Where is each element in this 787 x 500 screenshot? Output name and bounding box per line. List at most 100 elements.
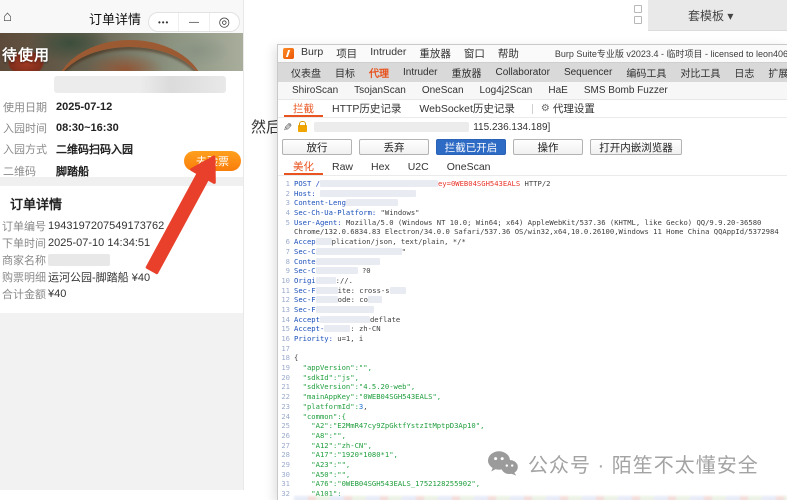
phone-navbar: ⌂ 订单详情 ••• — ◎ (0, 0, 243, 33)
request-line: 13 Sec-F (278, 305, 787, 315)
code-segment: Sec-Ch-Ua-Platform: (294, 208, 381, 218)
line-text: Origi://. (294, 276, 353, 286)
gear-icon: ⚙ (540, 103, 550, 114)
proxy-subtab[interactable]: 拦截 (284, 100, 323, 117)
code-segment: deflate (369, 314, 401, 324)
edit-pencil-icon[interactable]: ✎ (283, 121, 292, 134)
article-text-fragment: 然后 (251, 119, 277, 136)
line-number: 16 (281, 334, 290, 343)
menu-item-burp[interactable]: Burp (301, 46, 323, 61)
capsule-target-icon[interactable]: ◎ (208, 13, 239, 31)
line-text: Sec-F ode: co (294, 295, 382, 305)
code-segment: Priority: (294, 334, 338, 343)
order-row-value: 2025-07-10 14:34:51 (48, 236, 151, 249)
request-line: 22 "mainAppKey":"0WEB04SGH543EALS", (278, 392, 787, 402)
editor-tab[interactable]: 美化 (284, 158, 323, 175)
capsule-min-icon[interactable]: — (178, 13, 208, 31)
intercept-button[interactable]: 放行 (282, 139, 352, 155)
code-segment: Accept- (294, 324, 325, 334)
main-tab[interactable]: 扩展 (761, 65, 787, 80)
status-banner: 待使用 (2, 47, 51, 64)
proxy-subtab[interactable]: HTTP历史记录 (323, 100, 410, 117)
home-icon[interactable]: ⌂ (3, 8, 12, 25)
line-number: 9 (285, 266, 290, 276)
ticket-info-label: 入园时间 (3, 123, 47, 136)
ticket-info-value: 08:30~16:30 (56, 122, 119, 135)
menu-item-intruder[interactable]: Intruder (370, 46, 406, 61)
intercept-button[interactable]: 丢弃 (359, 139, 429, 155)
main-tab[interactable]: 目标 (328, 65, 362, 80)
redacted-segment (345, 199, 398, 207)
capsule-dots-icon[interactable]: ••• (149, 13, 178, 31)
extension-tab[interactable]: ShiroScan (284, 85, 346, 96)
line-number: 30 (281, 469, 290, 479)
main-tab[interactable]: 代理 (362, 65, 396, 80)
main-tab[interactable]: 仪表盘 (284, 65, 328, 80)
redacted-host (314, 122, 470, 132)
line-number: 24 (281, 411, 290, 421)
redacted-segment (319, 315, 370, 323)
editor-tab[interactable]: OneScan (438, 158, 500, 175)
extension-tab[interactable]: Log4j2Scan (472, 85, 541, 96)
request-line: 8 Conte (278, 257, 787, 267)
burp-logo-icon (283, 48, 294, 59)
miniprogram-capsule[interactable]: ••• — ◎ (148, 12, 240, 32)
line-number: 20 (281, 372, 290, 382)
burp-main-tabs: 仪表盘 目标 代理 Intruder 重放器 Collaborator Sequencer 编… (278, 62, 787, 82)
code-segment: , (363, 401, 368, 411)
menu-item-项目[interactable]: 项目 (336, 46, 357, 61)
line-text: Sec-F ite: cross-s (294, 286, 406, 296)
check-ticket-button[interactable]: 去验票 (184, 151, 241, 171)
line-text: "A8":"", (294, 431, 346, 441)
main-tab[interactable]: 日志 (727, 65, 761, 80)
request-line: 18 { (278, 353, 787, 363)
request-line: 7 Sec-C " (278, 247, 787, 257)
code-segment: Content-Leng (294, 198, 346, 208)
line-number: 14 (281, 314, 290, 324)
menu-item-重放器[interactable]: 重放器 (419, 46, 451, 61)
redacted-segment (315, 286, 338, 294)
line-text: "A12":"zh-CN", (294, 441, 372, 451)
line-number (278, 227, 290, 237)
redacted-cut-line (294, 496, 787, 500)
extension-tab[interactable]: SMS Bomb Fuzzer (576, 85, 676, 96)
editor-tab[interactable]: Hex (362, 158, 399, 175)
main-tab[interactable]: Collaborator (488, 67, 556, 78)
intercept-button[interactable]: 拦截已开启 (436, 139, 506, 155)
line-number: 5 (285, 217, 290, 227)
line-number: 25 (281, 421, 290, 431)
request-line: 19 "appVersion":"", (278, 363, 787, 373)
editor-toolbar-icons[interactable] (634, 5, 644, 25)
intercept-button[interactable]: 打开内嵌浏览器 (590, 139, 682, 155)
code-segment: "Windows" (380, 208, 420, 218)
request-line: 6 Accep plication/json, text/plain, */* (278, 237, 787, 247)
menu-item-帮助[interactable]: 帮助 (498, 46, 519, 61)
main-tab[interactable]: 重放器 (444, 65, 488, 80)
line-text: User-Agent: Mozilla/5.0 (Windows NT 10.0… (294, 218, 761, 228)
redacted-segment (315, 305, 374, 313)
editor-tab[interactable]: Raw (323, 158, 362, 175)
redacted-segment (315, 238, 332, 246)
line-number: 31 (281, 479, 290, 489)
extension-tab[interactable]: TsojanScan (346, 85, 414, 96)
order-row: 商家名称 (0, 251, 243, 268)
proxy-subtab[interactable]: WebSocket历史记录 (410, 100, 524, 117)
code-segment: ey=0WEB04SGH543EALS (437, 179, 521, 188)
main-tab[interactable]: Sequencer (557, 67, 619, 78)
main-tab[interactable]: Intruder (396, 67, 444, 78)
proxy-settings-tab[interactable]: 代理设置 (553, 101, 595, 116)
line-text: { (294, 353, 298, 363)
extension-tab[interactable]: HaE (540, 85, 575, 96)
code-segment: Conte (294, 256, 316, 266)
intercept-button[interactable]: 操作 (513, 139, 583, 155)
extension-tab[interactable]: OneScan (414, 85, 472, 96)
main-tab[interactable]: 编码工具 (619, 65, 673, 80)
menu-item-窗口[interactable]: 窗口 (464, 46, 485, 61)
line-number: 11 (281, 285, 290, 295)
screenshot-canvas: ⌂ 订单详情 ••• — ◎ 待使用 使用日期 2025-07-12 入园时间 08:30… (0, 0, 787, 500)
template-dropdown[interactable]: 套模板 ▾ (688, 7, 733, 24)
main-tab[interactable]: 对比工具 (673, 65, 727, 80)
line-text: "sdkVersion":"4.5.20-web", (294, 382, 416, 392)
code-segment: ://. (335, 275, 353, 285)
editor-tab[interactable]: U2C (399, 158, 438, 175)
